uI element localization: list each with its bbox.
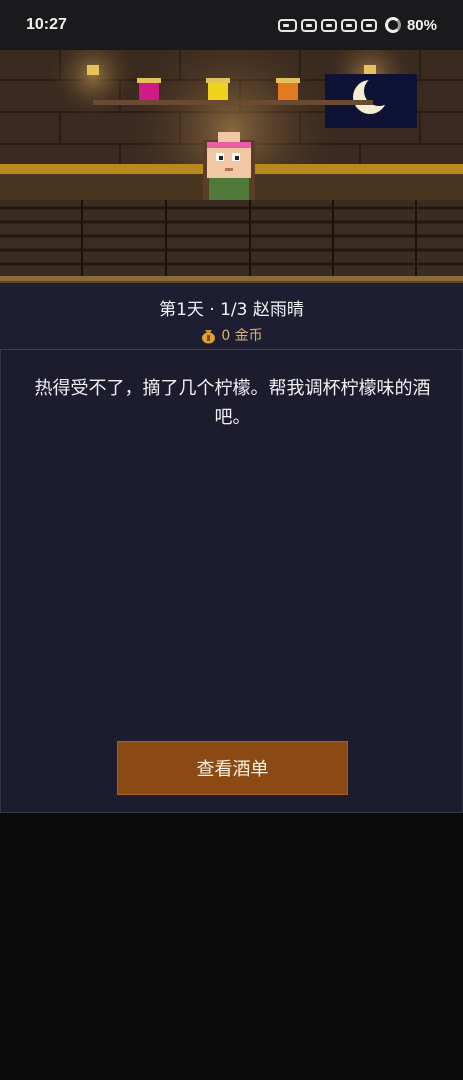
notification-icon	[320, 18, 337, 32]
notification-icon	[277, 18, 297, 32]
status-time: 10:27	[26, 16, 67, 33]
customer-speech: 热得受不了，摘了几个柠檬。帮我调杯柠檬味的酒吧。	[34, 378, 431, 428]
notification-icon	[340, 18, 357, 32]
empty-area	[0, 813, 463, 1080]
battery-percent: 80%	[406, 16, 437, 34]
money-bag-icon	[202, 329, 216, 343]
day-customer-title: 第1天 · 1/3 赵雨晴	[159, 300, 304, 320]
battery-ring-icon	[384, 17, 401, 33]
status-bar: 10:27 80%	[0, 0, 463, 50]
status-icons: 80%	[277, 16, 437, 34]
view-menu-button[interactable]: 查看酒单	[117, 741, 348, 795]
customer-info-bar: 第1天 · 1/3 赵雨晴 0 金币	[0, 281, 463, 350]
bar-scene	[0, 50, 463, 281]
notification-icon	[360, 18, 377, 32]
bar-scene-art	[0, 50, 463, 281]
lamp-icon	[87, 65, 99, 75]
coin-amount: 0 金币	[221, 328, 263, 344]
lamp-icon	[364, 65, 376, 75]
coin-counter: 0 金币	[0, 325, 463, 345]
dialog-panel: 热得受不了，摘了几个柠檬。帮我调杯柠檬味的酒吧。 查看酒单	[0, 350, 463, 813]
notification-icon	[300, 18, 317, 32]
